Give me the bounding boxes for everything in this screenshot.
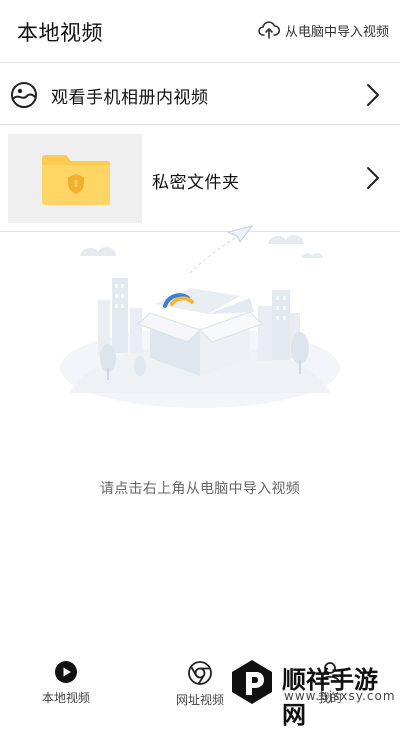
private-folder-label: 私密文件夹 <box>152 173 240 193</box>
gallery-icon <box>11 82 37 108</box>
private-folder-thumbnail <box>8 134 142 223</box>
top-bar: 本地视频 从电脑中导入视频 <box>0 0 400 63</box>
site-watermark: 顺祥手游网 www.bjsxsy.com <box>228 656 398 729</box>
watermark-logo-icon <box>232 660 272 704</box>
phone-album-label: 观看手机相册内视频 <box>51 88 209 108</box>
browser-icon <box>188 661 212 685</box>
phone-album-row[interactable]: 观看手机相册内视频 <box>0 63 400 125</box>
chevron-right-icon <box>367 167 379 189</box>
tab-local-video[interactable]: 本地视频 <box>16 660 116 706</box>
empty-state-hint: 请点击右上角从电脑中导入视频 <box>99 481 301 497</box>
chevron-right-icon <box>367 84 379 106</box>
page-title: 本地视频 <box>17 21 103 45</box>
import-from-pc-button[interactable]: 从电脑中导入视频 <box>258 20 389 40</box>
import-label: 从电脑中导入视频 <box>284 24 389 40</box>
private-folder-row[interactable]: 私密文件夹 <box>0 126 400 232</box>
cloud-upload-icon <box>258 21 280 39</box>
locked-folder-icon <box>42 155 110 205</box>
tab-label: 本地视频 <box>41 691 90 705</box>
empty-state-illustration <box>60 225 340 408</box>
watermark-url: www.bjsxsy.com <box>284 689 396 703</box>
play-circle-icon <box>55 661 77 683</box>
